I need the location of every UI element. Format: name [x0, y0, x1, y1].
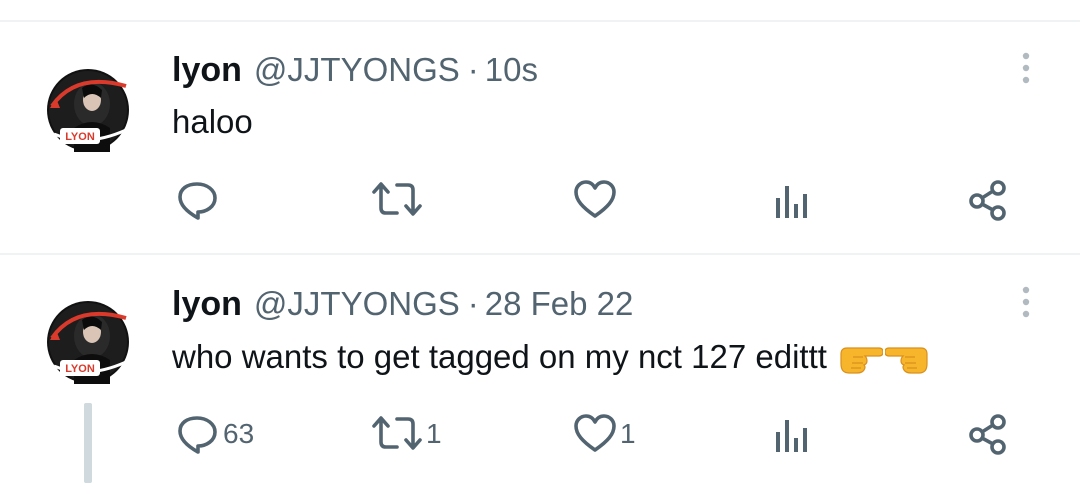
avatar-image: LYON	[47, 301, 129, 384]
reply-count: 63	[223, 418, 255, 449]
reply-icon	[178, 416, 217, 454]
tweet-header: lyon @JJTYONGS · 10s	[172, 48, 538, 92]
display-name[interactable]: lyon	[172, 51, 242, 90]
thread-line	[84, 403, 92, 483]
pointing-right-emoji	[840, 347, 883, 374]
views-icon	[776, 186, 807, 218]
top-divider	[0, 20, 1080, 22]
retweet-count: 1	[426, 418, 442, 449]
reply-button[interactable]	[175, 178, 223, 222]
tweet-divider	[0, 253, 1080, 255]
reply-button[interactable]: 63	[175, 412, 254, 456]
display-name[interactable]: lyon	[172, 285, 242, 324]
avatar-label: LYON	[65, 363, 95, 375]
share-button[interactable]	[966, 412, 1012, 456]
reply-icon	[178, 182, 217, 220]
tweet-header: lyon @JJTYONGS · 28 Feb 22	[172, 282, 633, 326]
separator-dot: ·	[467, 285, 479, 322]
retweet-icon	[372, 182, 422, 216]
share-button[interactable]	[966, 178, 1012, 222]
share-icon	[969, 414, 1006, 455]
retweet-button[interactable]	[370, 178, 426, 222]
separator-dot: ·	[467, 51, 479, 88]
more-options-button[interactable]	[1011, 46, 1041, 90]
share-icon	[969, 180, 1006, 221]
like-icon	[574, 414, 616, 452]
user-handle[interactable]: @JJTYONGS	[254, 51, 460, 89]
more-options-icon	[1022, 286, 1030, 318]
tweet-text-row: who wants to get tagged on my nct 127 ed…	[172, 334, 929, 380]
views-icon	[776, 420, 807, 452]
retweet-button[interactable]: 1	[370, 412, 442, 456]
timestamp[interactable]: 10s	[485, 51, 538, 89]
like-button[interactable]: 1	[572, 412, 636, 456]
like-button[interactable]	[572, 178, 620, 222]
avatar[interactable]: LYON	[46, 300, 130, 384]
views-button[interactable]	[772, 412, 812, 456]
avatar[interactable]: LYON	[46, 68, 130, 152]
tweet-text: haloo	[172, 103, 253, 140]
like-icon	[574, 180, 616, 218]
more-options-button[interactable]	[1011, 280, 1041, 324]
like-count: 1	[620, 418, 636, 449]
timestamp[interactable]: 28 Feb 22	[485, 285, 634, 323]
pointing-left-emoji	[884, 347, 928, 374]
retweet-icon	[372, 416, 422, 450]
user-handle[interactable]: @JJTYONGS	[254, 285, 460, 323]
avatar-label: LYON	[65, 131, 95, 143]
more-options-icon	[1022, 52, 1030, 84]
views-button[interactable]	[772, 178, 812, 222]
tweet-text: who wants to get tagged on my nct 127 ed…	[172, 338, 827, 375]
avatar-image: LYON	[47, 69, 129, 152]
